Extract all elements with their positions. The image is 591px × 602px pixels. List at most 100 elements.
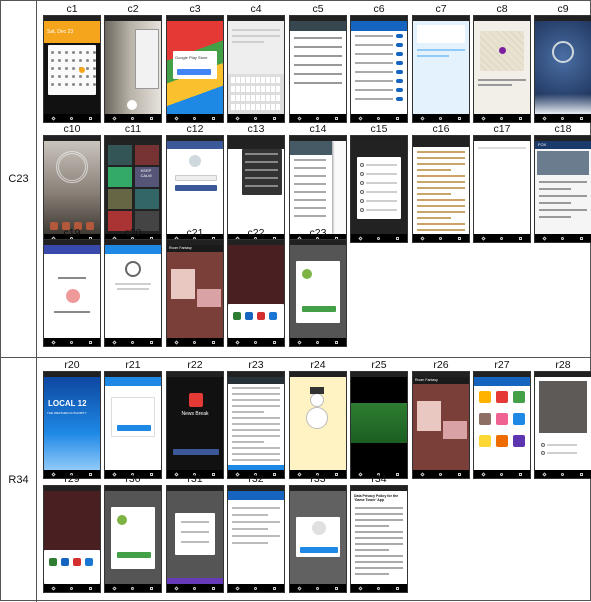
phone-screenshot <box>289 485 347 593</box>
back-icon <box>174 339 179 345</box>
tile-label: c22 <box>247 227 265 239</box>
screen-content <box>351 377 407 470</box>
screenshot-grid: C23 R34 c1 Sat, Dec 23 c2 c3 Google Play… <box>0 0 591 602</box>
navigation-bar <box>413 470 469 478</box>
home-icon <box>377 116 381 120</box>
back-icon <box>297 115 302 121</box>
navigation-bar <box>474 234 530 242</box>
recents-icon <box>150 116 154 120</box>
screen-content <box>474 21 530 114</box>
back-icon <box>112 115 117 121</box>
tile-label: r27 <box>494 359 510 371</box>
tile-label: r22 <box>187 359 203 371</box>
back-icon <box>297 339 302 345</box>
phone-screenshot <box>166 485 224 593</box>
navigation-bar <box>290 584 346 592</box>
tile-label: c6 <box>373 3 385 15</box>
screenshot-tile-r26: r26 Room Fantasy <box>410 359 472 479</box>
screenshot-tile-r28: r28 <box>532 359 591 479</box>
screenshot-tile-c7: c7 <box>410 3 472 123</box>
screen-content <box>228 377 284 470</box>
home-icon <box>70 586 74 590</box>
navigation-bar <box>535 114 591 122</box>
screen-content: Google Play Store <box>167 21 223 114</box>
tile-label: r32 <box>248 473 264 485</box>
tile-label: r21 <box>125 359 141 371</box>
screen-content: Room Fantasy <box>167 245 223 338</box>
navigation-bar <box>351 114 407 122</box>
home-icon <box>500 116 504 120</box>
phone-screenshot <box>43 485 101 593</box>
tile-label: c5 <box>312 3 324 15</box>
screen-content <box>351 141 407 234</box>
navigation-bar <box>290 338 346 346</box>
home-icon <box>70 116 74 120</box>
screenshot-tile-r23: r23 <box>225 359 287 479</box>
home-icon <box>254 116 258 120</box>
recents-icon <box>458 236 462 240</box>
back-icon <box>51 339 56 345</box>
screenshot-tile-r29: r29 <box>41 473 103 593</box>
back-icon <box>358 235 363 241</box>
tile-label: r33 <box>310 473 326 485</box>
screen-content <box>474 377 530 470</box>
recents-icon <box>212 340 216 344</box>
screenshot-tile-c15: c15 <box>348 123 410 243</box>
home-icon <box>70 340 74 344</box>
tile-label: c13 <box>247 123 265 135</box>
home-icon <box>193 116 197 120</box>
screen-content <box>44 245 100 338</box>
back-icon <box>481 115 486 121</box>
screenshot-tile-c10: c10 <box>41 123 103 243</box>
screen-content: Data Privacy Policy for the 'Game Tower'… <box>351 491 407 584</box>
back-icon <box>174 585 179 591</box>
screenshot-tile-c11: c11 KEEP CALM <box>102 123 164 243</box>
home-icon <box>193 340 197 344</box>
tile-label: c12 <box>186 123 204 135</box>
navigation-bar <box>413 114 469 122</box>
phone-screenshot <box>227 239 285 347</box>
tile-label: r25 <box>371 359 387 371</box>
screen-content <box>228 141 284 234</box>
screen-content: KEEP CALM <box>105 141 161 234</box>
recents-icon <box>212 116 216 120</box>
screenshot-tile-c22: c22 <box>225 227 287 347</box>
screenshot-tile-c18: c18 FOX <box>532 123 591 243</box>
navigation-bar <box>167 338 223 346</box>
tile-label: c17 <box>493 123 511 135</box>
home-icon <box>439 116 443 120</box>
screenshot-tile-c3: c3 Google Play Store <box>164 3 226 123</box>
back-icon <box>112 585 117 591</box>
home-icon <box>193 586 197 590</box>
screenshot-tile-c14: c14 <box>287 123 349 243</box>
screenshot-tile-c8: c8 <box>471 3 533 123</box>
screen-content <box>167 491 223 584</box>
screenshot-tile-c9: c9 <box>532 3 591 123</box>
navigation-bar <box>290 114 346 122</box>
screenshot-tile-c5: c5 <box>287 3 349 123</box>
screen-content <box>228 21 284 114</box>
navigation-bar <box>44 114 100 122</box>
back-icon <box>542 235 547 241</box>
tile-label: r28 <box>555 359 571 371</box>
phone-screenshot <box>227 371 285 479</box>
recents-icon <box>519 472 523 476</box>
phone-screenshot <box>104 485 162 593</box>
phone-screenshot: LOCAL 12 THE WEATHER AUTHORITY <box>43 371 101 479</box>
screen-content <box>413 21 469 114</box>
back-icon <box>420 235 425 241</box>
screen-content <box>290 21 346 114</box>
phone-screenshot <box>473 371 531 479</box>
phone-screenshot: Data Privacy Policy for the 'Game Tower'… <box>350 485 408 593</box>
recents-icon <box>396 236 400 240</box>
home-icon <box>254 340 258 344</box>
screen-content: LOCAL 12 THE WEATHER AUTHORITY <box>44 377 100 470</box>
screen-content: Sat, Dec 23 <box>44 21 100 114</box>
phone-screenshot: FOX <box>534 135 591 243</box>
phone-screenshot <box>289 239 347 347</box>
screen-content <box>105 245 161 338</box>
recents-icon <box>458 116 462 120</box>
navigation-bar <box>535 470 591 478</box>
navigation-bar <box>228 584 284 592</box>
phone-screenshot <box>534 371 591 479</box>
